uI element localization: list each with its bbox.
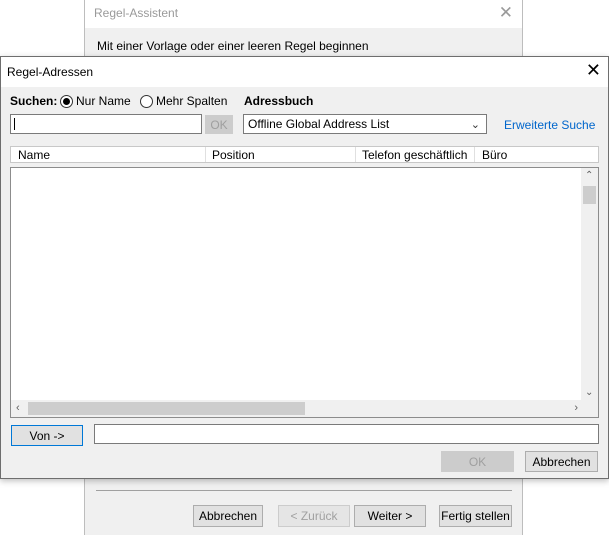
address-book-selected: Offline Global Address List — [248, 117, 390, 131]
wizard-finish-button[interactable]: Fertig stellen — [439, 505, 512, 527]
column-header-position[interactable]: Position — [212, 148, 255, 162]
chevron-down-icon[interactable]: ⌄ — [585, 387, 593, 398]
search-label: Suchen: — [10, 94, 58, 108]
rule-addresses-dialog: Regel-Adressen ✕ Suchen: Nur Name Mehr S… — [0, 56, 609, 479]
radio-name-only-label[interactable]: Nur Name — [76, 94, 131, 108]
from-button[interactable]: Von -> — [11, 425, 83, 446]
chevron-left-icon[interactable]: ‹ — [16, 402, 20, 414]
list-header: Name Position Telefon geschäftlich Büro — [10, 146, 599, 163]
scrollbar-corner — [581, 400, 598, 417]
column-divider[interactable] — [474, 147, 475, 162]
address-book-select[interactable]: Offline Global Address List ⌄ — [243, 114, 487, 134]
wizard-cancel-button[interactable]: Abbrechen — [193, 505, 263, 527]
ok-button[interactable]: OK — [441, 451, 514, 472]
column-header-office[interactable]: Büro — [482, 148, 507, 162]
address-list[interactable]: ⌃ ⌄ ‹ › — [10, 167, 599, 418]
horizontal-scrollbar[interactable]: ‹ › — [11, 400, 581, 417]
close-icon[interactable]: ✕ — [499, 3, 513, 23]
radio-more-columns[interactable] — [140, 95, 153, 108]
rules-wizard-titlebar: Regel-Assistent ✕ — [85, 0, 522, 28]
column-header-name[interactable]: Name — [18, 148, 50, 162]
divider — [96, 490, 512, 491]
chevron-up-icon[interactable]: ⌃ — [585, 170, 593, 181]
cancel-button[interactable]: Abbrechen — [525, 451, 598, 472]
wizard-back-button[interactable]: < Zurück — [278, 505, 350, 527]
close-icon[interactable]: ✕ — [586, 61, 601, 79]
wizard-next-button[interactable]: Weiter > — [354, 505, 426, 527]
chevron-down-icon: ⌄ — [470, 119, 480, 131]
search-ok-button[interactable]: OK — [205, 115, 233, 134]
address-book-label: Adressbuch — [244, 94, 314, 108]
vertical-scrollbar[interactable]: ⌃ ⌄ — [581, 168, 598, 401]
column-header-phone[interactable]: Telefon geschäftlich — [362, 148, 467, 162]
rules-wizard-subtitle: Mit einer Vorlage oder einer leeren Rege… — [97, 39, 369, 53]
from-field[interactable] — [94, 424, 599, 444]
advanced-search-link[interactable]: Erweiterte Suche — [504, 118, 595, 132]
rules-wizard-title: Regel-Assistent — [94, 6, 179, 20]
column-divider[interactable] — [355, 147, 356, 162]
column-divider[interactable] — [205, 147, 206, 162]
dialog-title: Regel-Adressen — [7, 65, 94, 79]
chevron-right-icon[interactable]: › — [574, 402, 578, 414]
vertical-scroll-thumb[interactable] — [583, 186, 596, 204]
text-caret — [14, 118, 15, 130]
dialog-titlebar: Regel-Adressen ✕ — [1, 57, 608, 87]
radio-name-only[interactable] — [60, 95, 73, 108]
search-input[interactable] — [10, 114, 202, 134]
horizontal-scroll-thumb[interactable] — [28, 402, 305, 415]
radio-more-columns-label[interactable]: Mehr Spalten — [156, 94, 227, 108]
